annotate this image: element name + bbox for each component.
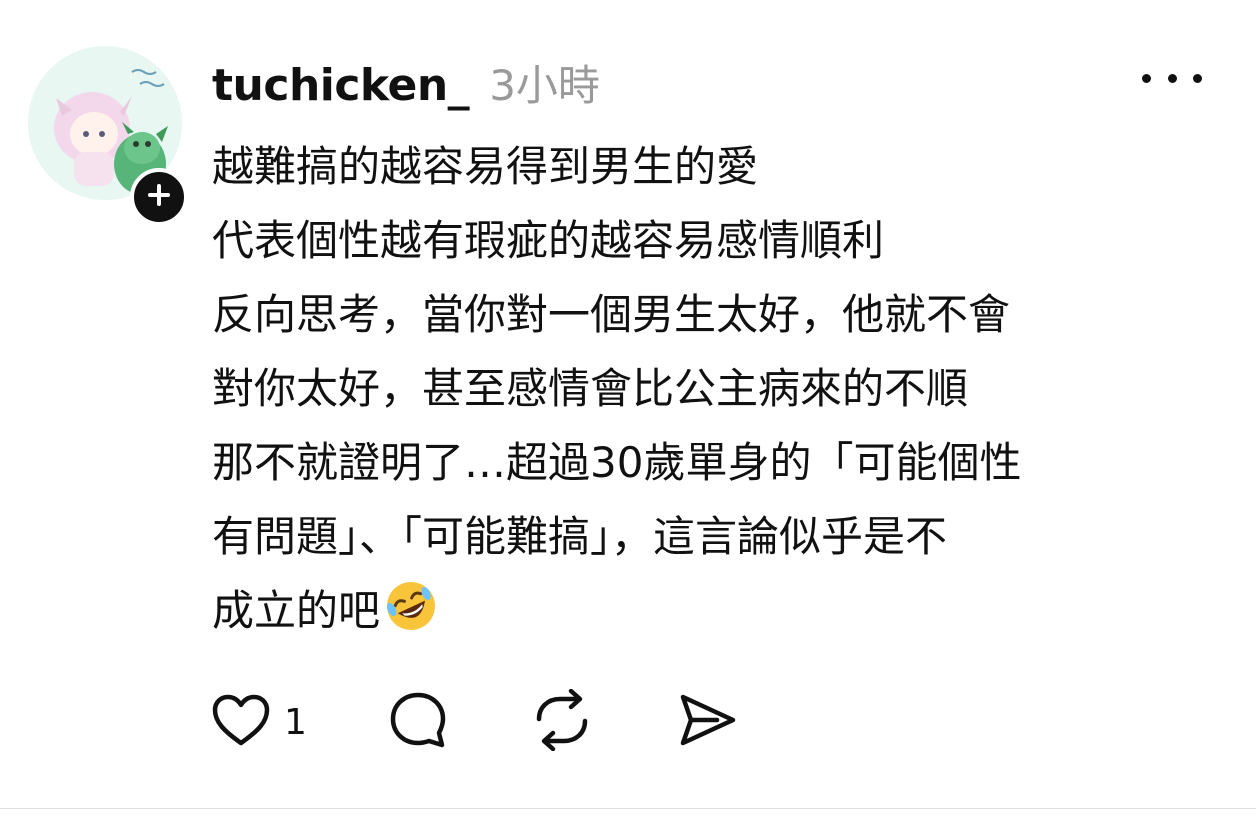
more-options-icon-dot [1193, 73, 1202, 83]
post-body: 越難搞的越容易得到男生的愛 代表個性越有瑕疵的越容易感情順利 反向思考，當你對一… [212, 130, 1222, 648]
username-link[interactable]: tuchicken_ [212, 60, 470, 111]
post-text-line-last: 成立的吧 [212, 574, 1222, 648]
plus-icon [146, 182, 172, 212]
post-divider [0, 808, 1256, 809]
repost-icon [531, 688, 593, 755]
more-options-icon-dot [1167, 73, 1177, 83]
post-text-line: 反向思考，當你對一個男生太好，他就不會 [212, 290, 1011, 339]
repost-button[interactable] [531, 688, 593, 755]
like-count: 1 [284, 701, 307, 743]
post-timestamp: 3小時 [489, 61, 600, 110]
post-text-line: 有問題」、「可能難搞」，這言論似乎是不 [212, 512, 948, 561]
post-header: tuchicken_ 3小時 [212, 52, 600, 112]
avatar-container [28, 46, 188, 226]
more-options-button[interactable] [1142, 60, 1202, 96]
share-button[interactable] [677, 689, 739, 755]
comment-icon [387, 689, 449, 755]
like-button[interactable]: 1 [210, 692, 307, 752]
post-text-line: 對你太好，甚至感情會比公主病來的不順 [212, 364, 969, 413]
post-text-line: 越難搞的越容易得到男生的愛 [212, 142, 759, 191]
post-text-line: 代表個性越有瑕疵的越容易感情順利 [212, 216, 885, 265]
reply-button[interactable] [387, 689, 449, 755]
send-icon [677, 689, 739, 755]
post-text-line: 那不就證明了…超過30歲單身的「可能個性 [212, 438, 1022, 487]
post-actions: 1 [210, 688, 739, 755]
heart-icon [210, 692, 272, 752]
post-text-line: 成立的吧 [212, 586, 381, 635]
more-options-icon [1142, 73, 1151, 83]
follow-button[interactable] [130, 168, 188, 226]
rolling-on-the-floor-laughing-emoji [384, 579, 438, 633]
thread-post: tuchicken_ 3小時 越難搞的越容易得到男生的愛 代表個性越有瑕疵的越容… [0, 0, 1256, 819]
